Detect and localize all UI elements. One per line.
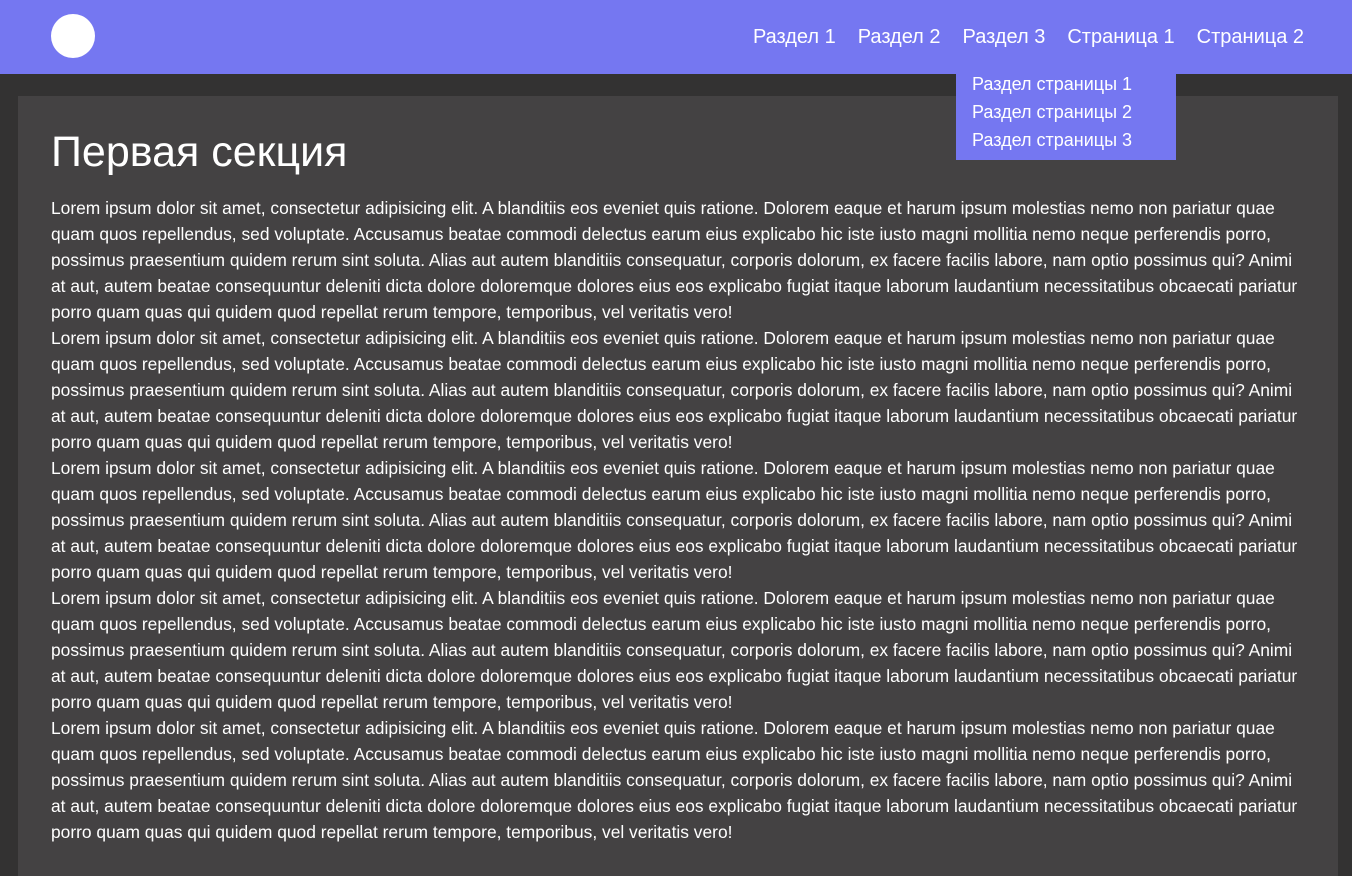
nav-link-section-1[interactable]: Раздел 1	[753, 26, 836, 49]
paragraph: Lorem ipsum dolor sit amet, consectetur …	[51, 328, 1298, 452]
dropdown-item-page-section-2[interactable]: Раздел страницы 2	[956, 98, 1176, 126]
first-section: Первая секция Lorem ipsum dolor sit amet…	[18, 96, 1338, 876]
nav-link-page-2[interactable]: Страница 2	[1197, 26, 1304, 49]
paragraph: Lorem ipsum dolor sit amet, consectetur …	[51, 718, 1298, 842]
dropdown-item-page-section-1[interactable]: Раздел страницы 1	[956, 70, 1176, 98]
nav-link-page-1[interactable]: Страница 1	[1067, 26, 1174, 49]
dropdown-item-page-section-3[interactable]: Раздел страницы 3	[956, 126, 1176, 154]
paragraph: Lorem ipsum dolor sit amet, consectetur …	[51, 198, 1298, 322]
nav-link-section-2[interactable]: Раздел 2	[858, 26, 941, 49]
section-title: Первая секция	[51, 128, 348, 176]
site-header: Раздел 1 Раздел 2 Раздел 3 Страница 1 Ст…	[0, 0, 1352, 74]
nav-link-section-3[interactable]: Раздел 3	[963, 26, 1046, 49]
logo[interactable]	[51, 14, 95, 58]
paragraph: Lorem ipsum dolor sit amet, consectetur …	[51, 458, 1298, 582]
paragraph: Lorem ipsum dolor sit amet, consectetur …	[51, 588, 1298, 712]
page-1-dropdown-menu: Раздел страницы 1 Раздел страницы 2 Разд…	[956, 68, 1176, 160]
section-body: Lorem ipsum dolor sit amet, consectetur …	[51, 195, 1303, 845]
main-nav: Раздел 1 Раздел 2 Раздел 3 Страница 1 Ст…	[731, 0, 1304, 74]
